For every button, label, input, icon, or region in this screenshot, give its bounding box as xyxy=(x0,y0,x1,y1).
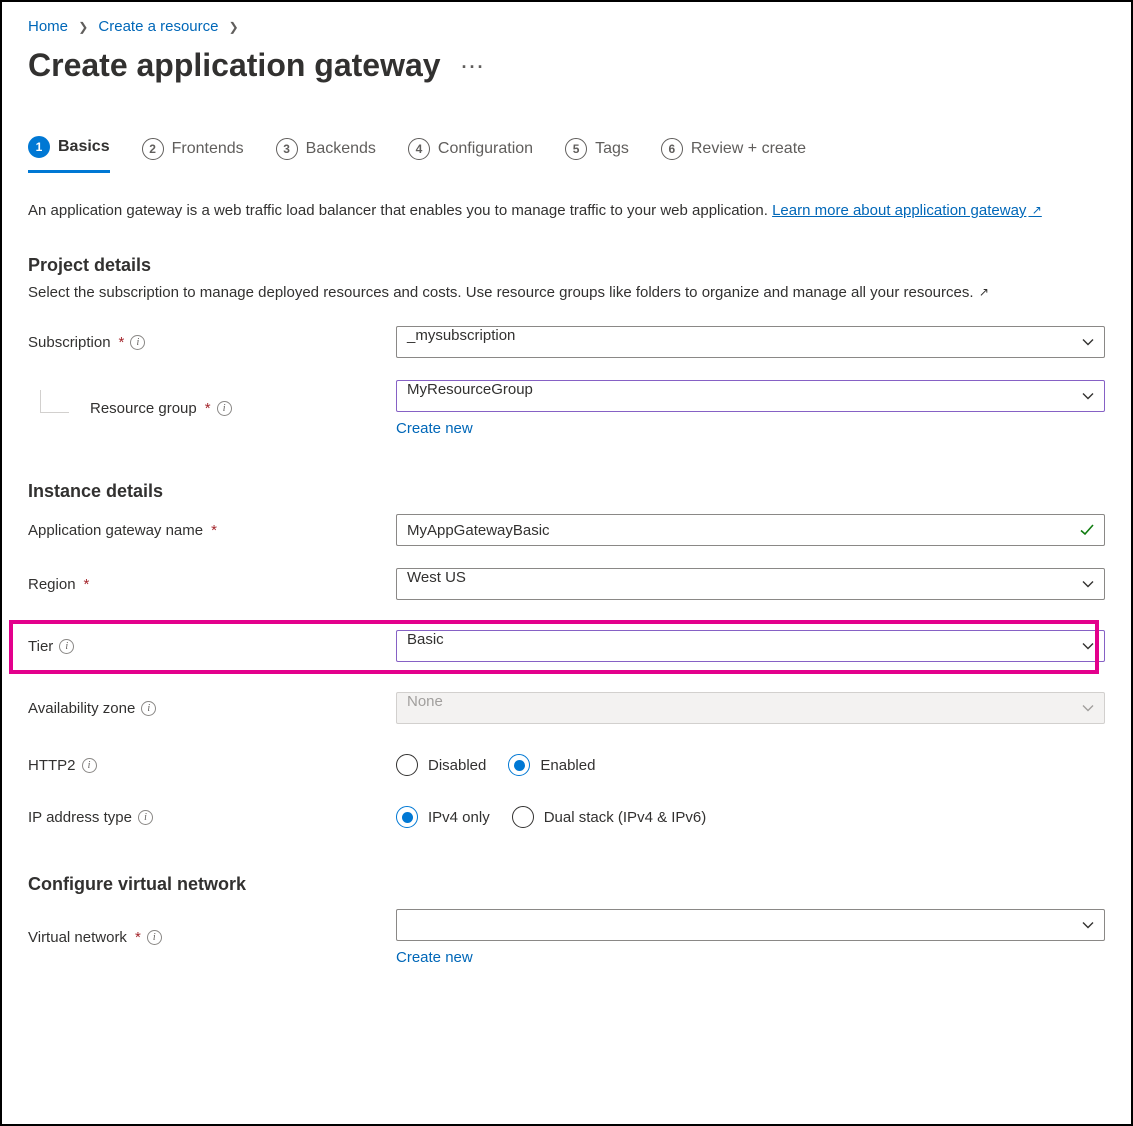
tab-backends[interactable]: 3 Backends xyxy=(276,136,376,173)
info-icon[interactable]: i xyxy=(141,701,156,716)
more-menu-button[interactable]: ··· xyxy=(461,57,485,78)
vnet-label: Virtual network * i xyxy=(28,929,396,946)
learn-more-link[interactable]: Learn more about application gateway ↗ xyxy=(772,202,1042,219)
ip-type-ipv4-radio[interactable]: IPv4 only xyxy=(396,806,490,828)
radio-label: Dual stack (IPv4 & IPv6) xyxy=(544,809,707,826)
radio-label: IPv4 only xyxy=(428,809,490,826)
required-indicator: * xyxy=(119,334,125,351)
tab-step-number: 5 xyxy=(565,138,587,160)
required-indicator: * xyxy=(205,400,211,417)
required-indicator: * xyxy=(84,576,90,593)
ip-type-dual-radio[interactable]: Dual stack (IPv4 & IPv6) xyxy=(512,806,707,828)
section-project-details: Project details xyxy=(28,255,1105,276)
learn-more-link-text: Learn more about application gateway xyxy=(772,202,1026,219)
section-project-desc-text: Select the subscription to manage deploy… xyxy=(28,284,974,301)
region-label: Region * xyxy=(28,576,396,593)
page-title-text: Create application gateway xyxy=(28,47,441,83)
http2-disabled-radio[interactable]: Disabled xyxy=(396,754,486,776)
tab-step-number: 3 xyxy=(276,138,298,160)
step-tabs: 1 Basics 2 Frontends 3 Backends 4 Config… xyxy=(28,136,1105,174)
region-select[interactable]: West US xyxy=(396,568,1105,600)
tier-select[interactable]: Basic xyxy=(396,630,1105,662)
external-link-icon: ↗ xyxy=(1028,203,1041,217)
info-icon[interactable]: i xyxy=(217,401,232,416)
ip-type-label-text: IP address type xyxy=(28,809,132,826)
tab-step-number: 1 xyxy=(28,136,50,158)
http2-label-text: HTTP2 xyxy=(28,757,76,774)
intro-text-content: An application gateway is a web traffic … xyxy=(28,202,772,219)
radio-label: Disabled xyxy=(428,757,486,774)
create-new-vnet-link[interactable]: Create new xyxy=(396,949,473,966)
section-configure-vnet: Configure virtual network xyxy=(28,874,1105,895)
tab-tags[interactable]: 5 Tags xyxy=(565,136,629,173)
app-gateway-name-label-text: Application gateway name xyxy=(28,522,203,539)
http2-enabled-radio[interactable]: Enabled xyxy=(508,754,595,776)
breadcrumb-create-resource[interactable]: Create a resource xyxy=(98,18,218,35)
vnet-select[interactable] xyxy=(396,909,1105,941)
tab-step-number: 6 xyxy=(661,138,683,160)
http2-label: HTTP2 i xyxy=(28,757,396,774)
tier-label: Tier i xyxy=(28,638,396,655)
breadcrumb-home[interactable]: Home xyxy=(28,18,68,35)
info-icon[interactable]: i xyxy=(147,930,162,945)
tab-frontends[interactable]: 2 Frontends xyxy=(142,136,244,173)
tab-label: Basics xyxy=(58,138,110,156)
intro-text: An application gateway is a web traffic … xyxy=(28,200,1105,223)
info-icon[interactable]: i xyxy=(82,758,97,773)
section-instance-details: Instance details xyxy=(28,481,1105,502)
section-project-desc: Select the subscription to manage deploy… xyxy=(28,282,1105,305)
page-title: Create application gateway ··· xyxy=(28,47,1105,84)
tab-step-number: 4 xyxy=(408,138,430,160)
external-link-icon: ↗ xyxy=(976,285,989,299)
tier-label-text: Tier xyxy=(28,638,53,655)
tab-label: Review + create xyxy=(691,140,806,158)
info-icon[interactable]: i xyxy=(59,639,74,654)
vnet-label-text: Virtual network xyxy=(28,929,127,946)
app-gateway-name-input[interactable] xyxy=(396,514,1105,546)
resource-group-select[interactable]: MyResourceGroup xyxy=(396,380,1105,412)
breadcrumb: Home ❯ Create a resource ❯ xyxy=(28,18,1105,35)
chevron-right-icon: ❯ xyxy=(229,20,239,34)
availability-zone-label: Availability zone i xyxy=(28,700,396,717)
resource-group-label: Resource group * i xyxy=(28,400,396,417)
radio-label: Enabled xyxy=(540,757,595,774)
required-indicator: * xyxy=(211,522,217,539)
resource-group-label-text: Resource group xyxy=(90,400,197,417)
app-gateway-name-label: Application gateway name * xyxy=(28,522,396,539)
tab-step-number: 2 xyxy=(142,138,164,160)
create-new-resource-group-link[interactable]: Create new xyxy=(396,420,473,437)
chevron-right-icon: ❯ xyxy=(78,20,88,34)
required-indicator: * xyxy=(135,929,141,946)
info-icon[interactable]: i xyxy=(130,335,145,350)
tab-label: Backends xyxy=(306,140,376,158)
tab-label: Configuration xyxy=(438,140,533,158)
tab-configuration[interactable]: 4 Configuration xyxy=(408,136,533,173)
tab-label: Frontends xyxy=(172,140,244,158)
ip-type-label: IP address type i xyxy=(28,809,396,826)
tab-review-create[interactable]: 6 Review + create xyxy=(661,136,806,173)
check-icon xyxy=(1079,522,1095,538)
tab-basics[interactable]: 1 Basics xyxy=(28,136,110,173)
availability-zone-select: None xyxy=(396,692,1105,724)
subscription-select[interactable]: _mysubscription xyxy=(396,326,1105,358)
tab-label: Tags xyxy=(595,140,629,158)
subscription-label-text: Subscription xyxy=(28,334,111,351)
region-label-text: Region xyxy=(28,576,76,593)
info-icon[interactable]: i xyxy=(138,810,153,825)
subscription-label: Subscription * i xyxy=(28,334,396,351)
availability-zone-label-text: Availability zone xyxy=(28,700,135,717)
